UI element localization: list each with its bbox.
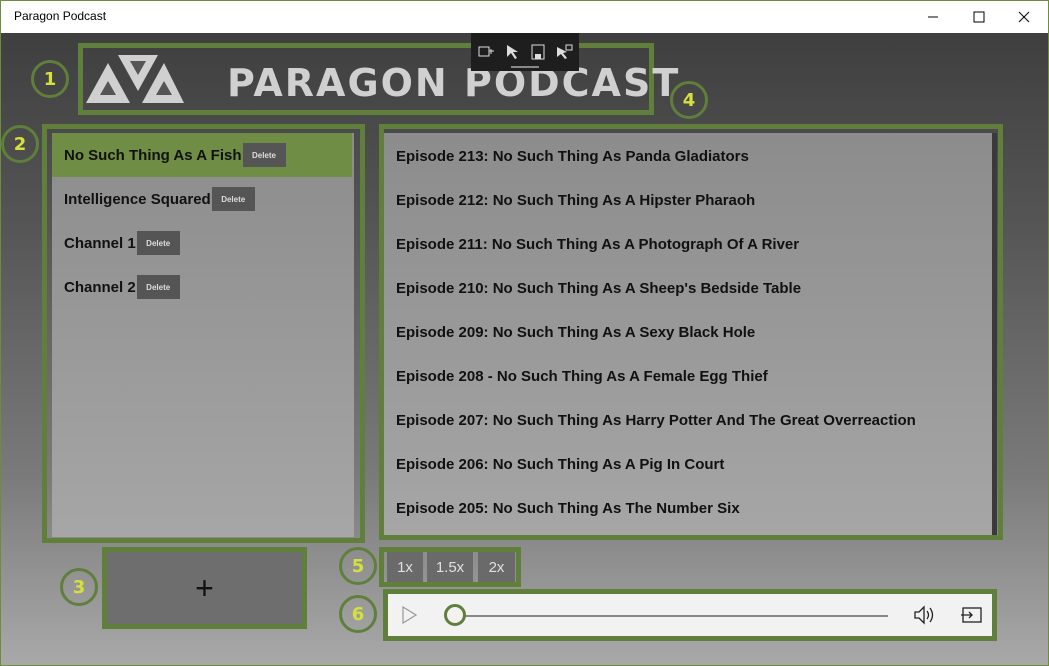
- close-button[interactable]: [1001, 1, 1047, 33]
- channel-item-channel-2[interactable]: Channel 2 Delete: [52, 265, 352, 309]
- region-badge-1: 1: [31, 60, 69, 98]
- episode-scrollbar[interactable]: [992, 133, 997, 535]
- channel-item-channel-1[interactable]: Channel 1 Delete: [52, 221, 352, 265]
- delete-channel-button[interactable]: Delete: [211, 187, 255, 211]
- episode-item[interactable]: Episode 211: No Such Thing As A Photogra…: [396, 236, 799, 253]
- episode-item[interactable]: Episode 205: No Such Thing As The Number…: [396, 500, 740, 517]
- speed-2x-button[interactable]: 2x: [478, 552, 515, 582]
- channel-name: Channel 2: [64, 278, 136, 296]
- region-badge-2: 2: [1, 125, 39, 163]
- delete-channel-button[interactable]: Delete: [136, 231, 180, 255]
- layout-bounds-icon[interactable]: [529, 43, 547, 61]
- channel-item-intelligence-squared[interactable]: Intelligence Squared Delete: [52, 177, 352, 221]
- minimize-icon: [928, 16, 938, 18]
- add-channel-button[interactable]: +: [107, 552, 302, 624]
- region-badge-4: 4: [670, 81, 708, 119]
- paragon-logo-icon: [86, 55, 184, 103]
- select-element-icon[interactable]: [477, 43, 495, 61]
- channel-list[interactable]: No Such Thing As A Fish Delete Intellige…: [52, 133, 354, 537]
- seek-thumb[interactable]: [444, 604, 466, 626]
- play-icon[interactable]: [400, 606, 418, 624]
- channel-name: No Such Thing As A Fish: [64, 146, 242, 164]
- channel-name: Channel 1: [64, 234, 136, 252]
- region-badge-5: 5: [339, 547, 377, 585]
- app-logo-text: PARAGON PODCAST: [227, 61, 681, 105]
- region-badge-3: 3: [60, 568, 98, 606]
- delete-channel-button[interactable]: Delete: [242, 143, 286, 167]
- speed-1x-button[interactable]: 1x: [387, 552, 423, 582]
- episode-item[interactable]: Episode 213: No Such Thing As Panda Glad…: [396, 148, 749, 165]
- channel-name: Intelligence Squared: [64, 190, 211, 208]
- close-icon: [1018, 11, 1030, 23]
- episode-item[interactable]: Episode 206: No Such Thing As A Pig In C…: [396, 456, 724, 473]
- channel-item-fish[interactable]: No Such Thing As A Fish Delete: [52, 133, 352, 177]
- maximize-icon: [973, 11, 985, 23]
- volume-icon[interactable]: [913, 604, 937, 626]
- media-player: [388, 594, 992, 636]
- episode-item[interactable]: Episode 209: No Such Thing As A Sexy Bla…: [396, 324, 755, 341]
- seek-track[interactable]: [448, 615, 888, 617]
- delete-channel-button[interactable]: Delete: [136, 275, 180, 299]
- pointer-icon[interactable]: [503, 43, 521, 61]
- debug-toolbar: [471, 33, 579, 71]
- title-bar[interactable]: Paragon Podcast: [1, 1, 1048, 33]
- toolbar-grip[interactable]: [511, 66, 539, 68]
- window-title: Paragon Podcast: [14, 9, 107, 23]
- region-badge-6: 6: [339, 595, 377, 633]
- speed-1-5x-button[interactable]: 1.5x: [427, 552, 473, 582]
- track-focus-icon[interactable]: [555, 43, 573, 61]
- app-content: 1 PARAGON PODCAST 4 2 No Such Thing As A…: [1, 33, 1048, 665]
- cast-icon[interactable]: [960, 604, 984, 626]
- episode-item[interactable]: Episode 210: No Such Thing As A Sheep's …: [396, 280, 801, 297]
- episode-item[interactable]: Episode 212: No Such Thing As A Hipster …: [396, 192, 755, 209]
- minimize-button[interactable]: [910, 1, 956, 33]
- maximize-button[interactable]: [956, 1, 1002, 33]
- app-window: Paragon Podcast 1 PARAGON PODCAST 4 2 No…: [0, 0, 1049, 666]
- episode-item[interactable]: Episode 208 - No Such Thing As A Female …: [396, 368, 768, 385]
- episode-item[interactable]: Episode 207: No Such Thing As Harry Pott…: [396, 412, 916, 429]
- episode-list[interactable]: Episode 213: No Such Thing As Panda Glad…: [384, 133, 992, 535]
